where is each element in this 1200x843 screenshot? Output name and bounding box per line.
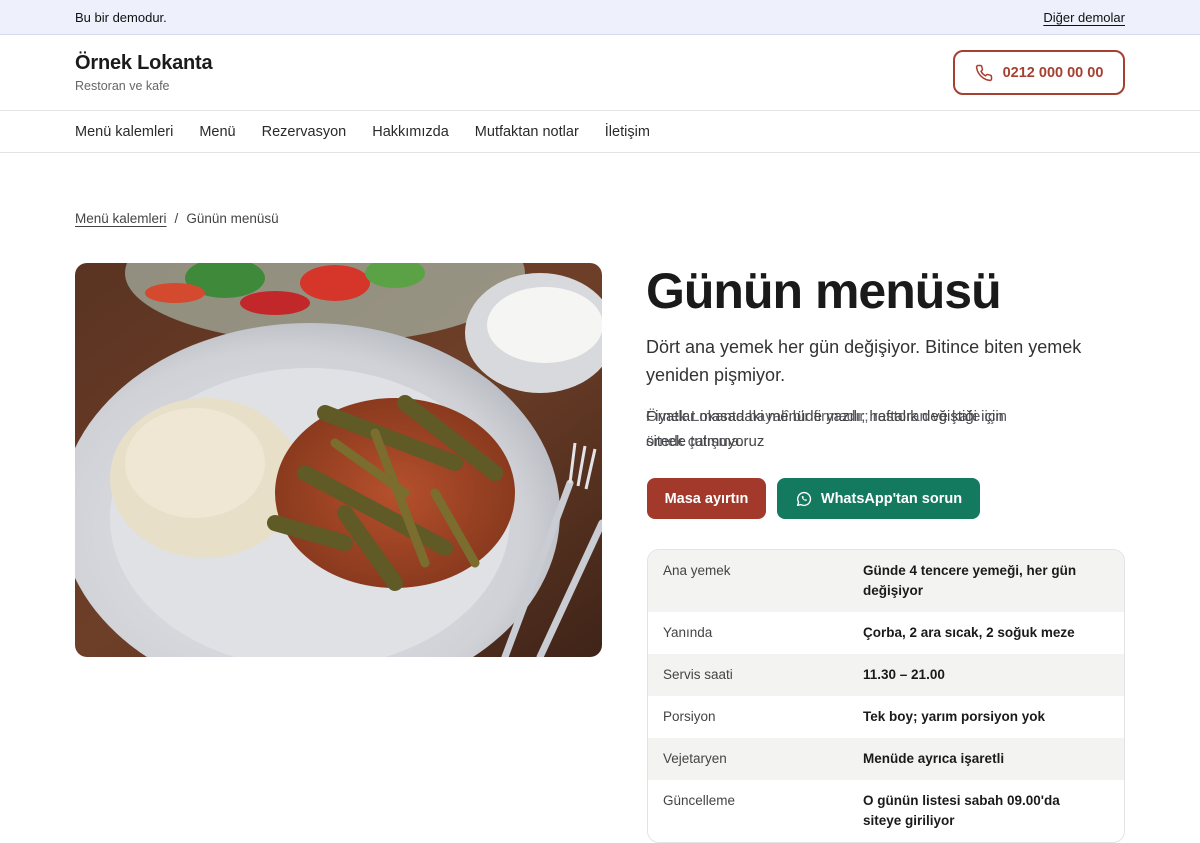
nav-item-menu-items[interactable]: Menü kalemleri — [75, 124, 173, 140]
table-row: Ana yemek Günde 4 tencere yemeği, her gü… — [648, 550, 1124, 612]
breadcrumb-current: Günün menüsü — [186, 211, 279, 226]
detail-key: Porsiyon — [663, 709, 716, 724]
demo-label: Bu bir demodur. — [75, 9, 167, 25]
phone-icon — [975, 64, 992, 81]
detail-value: Çorba, 2 ara sıcak, 2 soğuk meze — [863, 625, 1075, 640]
other-demos-link[interactable]: Diğer demolar — [1043, 10, 1125, 25]
table-row: Güncelleme O günün listesi sabah 09.00'd… — [648, 780, 1124, 842]
detail-value: Günde 4 tencere yemeği, her gün değişiyo… — [863, 563, 1077, 598]
demo-banner: Bu bir demodur. Örnek Lokanta hayalî bir… — [0, 0, 1200, 450]
brand-name: Örnek Lokanta — [75, 52, 213, 74]
detail-key: Servis saati — [663, 667, 733, 682]
detail-key: Vejetaryen — [663, 751, 727, 766]
whatsapp-icon — [796, 491, 811, 506]
table-row: Porsiyon Tek boy; yarım porsiyon yok — [648, 696, 1124, 738]
price-note: Fiyatlar masadaki menüde yazılı; haftalı… — [646, 408, 1004, 450]
main-nav: Menü kalemleri Menü Rezervasyon Hakkımız… — [0, 111, 1200, 153]
detail-key: Ana yemek — [663, 563, 731, 578]
nav-item-reservation[interactable]: Rezervasyon — [262, 124, 347, 140]
brand-tagline: Restoran ve kafe — [75, 79, 170, 93]
breadcrumb: Menü kalemleri / Günün menüsü — [75, 211, 279, 226]
phone-number: 0212 000 00 00 — [1002, 64, 1104, 81]
detail-key: Güncelleme — [663, 793, 736, 808]
page-title: Günün menüsü — [646, 263, 1002, 319]
table-row: Vejetaryen Menüde ayrıca işaretli — [648, 738, 1124, 780]
table-row: Servis saati 11.30 – 21.00 — [648, 654, 1124, 696]
phone-button[interactable]: 0212 000 00 00 — [953, 50, 1125, 95]
breadcrumb-parent-link[interactable]: Menü kalemleri — [75, 211, 167, 226]
table-row: Yanında Çorba, 2 ara sıcak, 2 soğuk meze — [648, 612, 1124, 654]
nav-item-contact[interactable]: İletişim — [605, 124, 650, 140]
reserve-button[interactable]: Masa ayırtın — [647, 478, 766, 519]
details-table: Ana yemek Günde 4 tencere yemeği, her gü… — [647, 549, 1125, 843]
breadcrumb-separator: / — [174, 211, 179, 226]
brand[interactable]: Örnek Lokanta Restoran ve kafe — [75, 52, 213, 93]
site-header: Örnek Lokanta Restoran ve kafe 0212 000 … — [0, 35, 1200, 111]
detail-key: Yanında — [663, 625, 713, 640]
whatsapp-button-label: WhatsApp'tan sorun — [820, 490, 963, 507]
detail-value: O günün listesi sabah 09.00'da siteye gi… — [863, 793, 1060, 828]
detail-value: Menüde ayrıca işaretli — [863, 751, 1005, 766]
nav-item-menu[interactable]: Menü — [199, 124, 235, 140]
whatsapp-button[interactable]: WhatsApp'tan sorun — [777, 478, 980, 519]
detail-value: 11.30 – 21.00 — [863, 667, 945, 682]
nav-item-about[interactable]: Hakkımızda — [372, 124, 449, 140]
nav-item-kitchen-notes[interactable]: Mutfaktan notlar — [475, 124, 579, 140]
dish-photo — [75, 263, 602, 657]
lead-text: Dört ana yemek her gün değişiyor. Bitinc… — [646, 337, 1082, 385]
detail-value: Tek boy; yarım porsiyon yok — [863, 709, 1046, 724]
